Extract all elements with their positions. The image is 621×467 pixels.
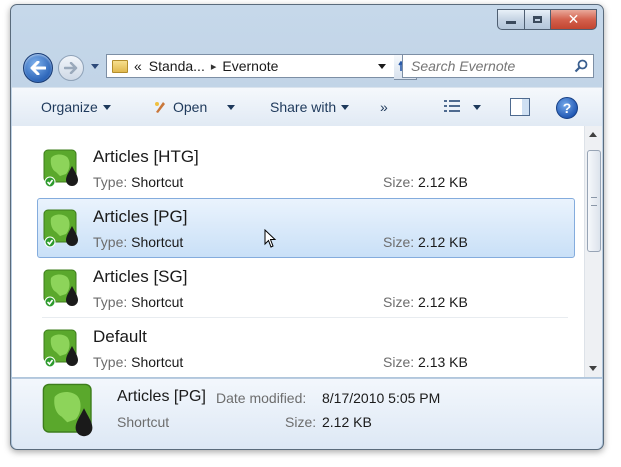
preview-pane-icon[interactable] <box>510 98 530 116</box>
detail-size-label: Size: <box>285 414 317 430</box>
evernote-shortcut-icon <box>43 269 78 308</box>
evernote-shortcut-icon <box>42 383 93 437</box>
file-size-value: 2.12 KB <box>418 174 468 190</box>
file-name: Articles [SG] <box>93 267 188 286</box>
file-size-value: 2.12 KB <box>418 234 468 250</box>
file-type-value: Shortcut <box>131 354 184 370</box>
share-with-label: Share with <box>270 99 337 115</box>
file-type-label: Type: <box>93 174 128 190</box>
detail-file-name: Articles [PG] <box>117 388 206 405</box>
back-arrow-icon <box>30 61 46 75</box>
file-size-value: 2.13 KB <box>418 354 468 370</box>
open-button[interactable]: Open <box>153 99 236 115</box>
navigation-bar: « Standa... ▸ Evernote <box>11 45 603 85</box>
file-list-item[interactable]: Default Type: Shortcut Size: 2.13 KB <box>37 318 575 377</box>
chevron-down-icon <box>227 104 236 110</box>
recent-pages-dropdown[interactable] <box>91 64 99 69</box>
scrollbar-thumb[interactable] <box>587 150 601 252</box>
maximize-button[interactable] <box>524 9 550 30</box>
evernote-shortcut-icon <box>43 209 78 248</box>
breadcrumb-overflow[interactable]: « <box>134 58 142 74</box>
file-type-label: Type: <box>93 234 128 250</box>
share-with-button[interactable]: Share with <box>270 99 350 115</box>
folder-icon <box>112 59 128 73</box>
file-type-value: Shortcut <box>131 234 184 250</box>
command-bar: Organize Open Share with » ? <box>12 87 602 127</box>
file-size-label: Size: <box>383 234 415 250</box>
file-type: Type: Shortcut <box>93 234 183 250</box>
minimize-button[interactable] <box>497 9 524 30</box>
file-size-label: Size: <box>383 354 415 370</box>
details-pane: Articles [PG] Date modified: 8/17/2010 5… <box>12 378 602 449</box>
file-list: Articles [HTG] Type: Shortcut Size: 2.12 K… <box>12 126 602 377</box>
forward-arrow-icon <box>64 62 78 74</box>
file-type-label: Type: <box>93 354 128 370</box>
file-list-item[interactable]: Articles [PG] Type: Shortcut Size: 2.12 KB <box>37 198 575 258</box>
more-commands-button[interactable]: » <box>380 99 388 115</box>
address-bar[interactable]: « Standa... ▸ Evernote <box>106 54 395 78</box>
forward-button[interactable] <box>58 55 84 81</box>
file-size: Size: 2.12 KB <box>383 174 468 190</box>
file-type: Type: Shortcut <box>93 174 183 190</box>
organize-button[interactable]: Organize <box>41 99 111 115</box>
breadcrumb-separator[interactable]: ▸ <box>211 60 217 73</box>
search-icon[interactable] <box>574 59 588 73</box>
close-button[interactable]: ✕ <box>550 9 597 30</box>
file-size: Size: 2.13 KB <box>383 354 468 370</box>
breadcrumb-parent[interactable]: Standa... <box>149 58 205 74</box>
file-size-label: Size: <box>383 174 415 190</box>
file-name: Articles [HTG] <box>93 147 199 166</box>
caption-buttons: ✕ <box>497 9 597 30</box>
file-size: Size: 2.12 KB <box>383 294 468 310</box>
file-type-value: Shortcut <box>131 294 184 310</box>
explorer-window: ✕ « Standa... ▸ Evernote Organize <box>10 4 604 450</box>
evernote-shortcut-icon <box>43 149 78 188</box>
minimize-icon <box>506 21 516 24</box>
detail-size: 2.12 KB <box>322 414 372 430</box>
file-type-value: Shortcut <box>131 174 184 190</box>
file-type: Type: Shortcut <box>93 354 183 370</box>
evernote-shortcut-icon <box>43 329 78 368</box>
row-divider <box>42 317 568 318</box>
organize-label: Organize <box>41 99 98 115</box>
more-commands-label: » <box>380 99 388 115</box>
breadcrumb-current[interactable]: Evernote <box>222 58 278 74</box>
vertical-scrollbar[interactable] <box>584 126 602 377</box>
detail-file-type: Shortcut <box>117 414 170 430</box>
open-icon <box>155 102 165 113</box>
view-options-dropdown-icon[interactable] <box>473 105 481 110</box>
file-type: Type: Shortcut <box>93 294 183 310</box>
grip-icon <box>591 197 597 206</box>
chevron-down-icon <box>341 104 350 110</box>
help-button[interactable]: ? <box>556 97 578 119</box>
chevron-down-icon <box>102 104 111 110</box>
file-size-value: 2.12 KB <box>418 294 468 310</box>
search-box <box>402 54 594 78</box>
detail-date-modified: 8/17/2010 5:05 PM <box>322 390 441 406</box>
scroll-down-icon[interactable] <box>589 366 597 371</box>
address-dropdown-icon[interactable] <box>378 63 386 69</box>
search-input[interactable] <box>409 57 573 75</box>
scroll-up-icon[interactable] <box>589 132 597 137</box>
detail-date-modified-label: Date modified: <box>216 390 307 406</box>
file-list-item[interactable]: Articles [SG] Type: Shortcut Size: 2.12 KB <box>37 258 575 318</box>
file-type-label: Type: <box>93 294 128 310</box>
file-list-item[interactable]: Articles [HTG] Type: Shortcut Size: 2.12 K… <box>37 138 575 198</box>
change-view-icon[interactable] <box>444 99 460 113</box>
file-name: Default <box>93 327 147 346</box>
close-icon: ✕ <box>567 11 580 28</box>
mouse-cursor-icon <box>264 229 277 248</box>
maximize-icon <box>533 16 542 23</box>
file-name: Articles [PG] <box>93 207 188 226</box>
help-icon: ? <box>562 100 572 116</box>
file-size-label: Size: <box>383 294 415 310</box>
file-size: Size: 2.12 KB <box>383 234 468 250</box>
open-label: Open <box>173 99 208 115</box>
back-button[interactable] <box>23 53 53 83</box>
